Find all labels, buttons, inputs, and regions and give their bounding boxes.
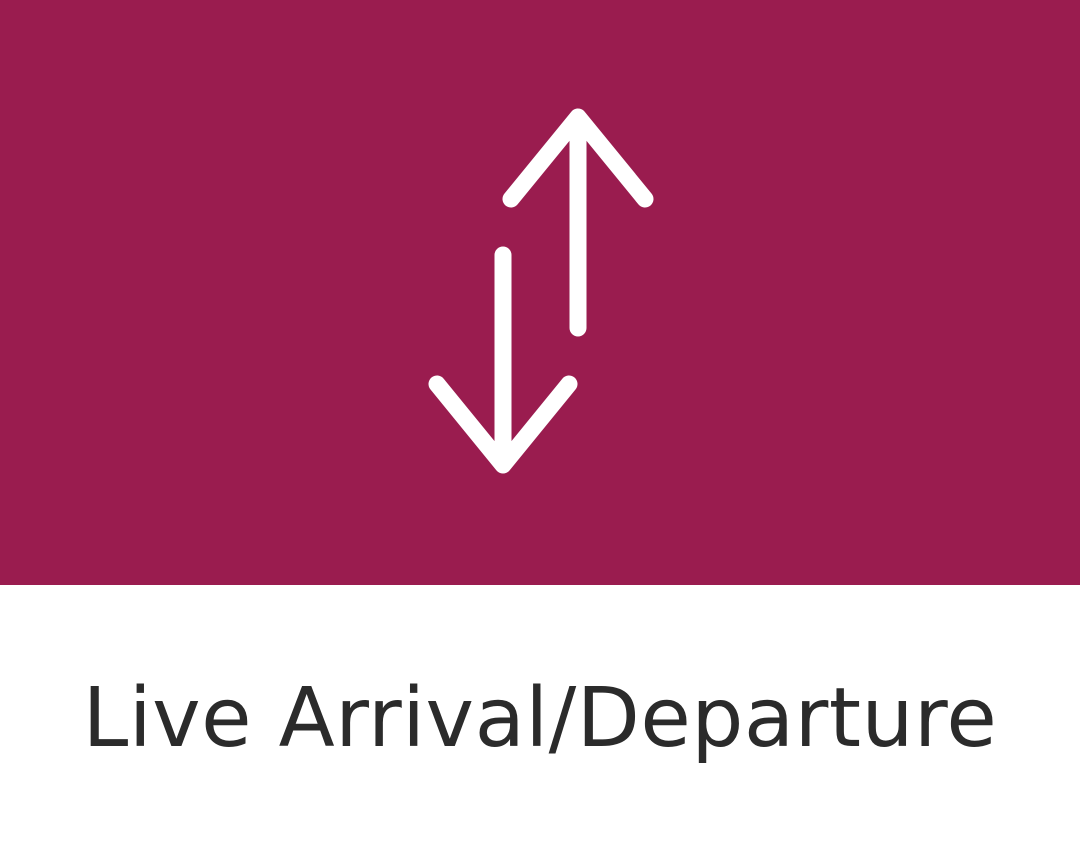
live-arrival-departure-tile[interactable]: Live Arrival/Departure <box>0 0 1080 864</box>
tile-label: Live Arrival/Departure <box>82 671 998 766</box>
arrows-up-down-icon <box>428 108 654 474</box>
arrow-up <box>502 108 654 337</box>
arrow-down <box>428 246 578 474</box>
